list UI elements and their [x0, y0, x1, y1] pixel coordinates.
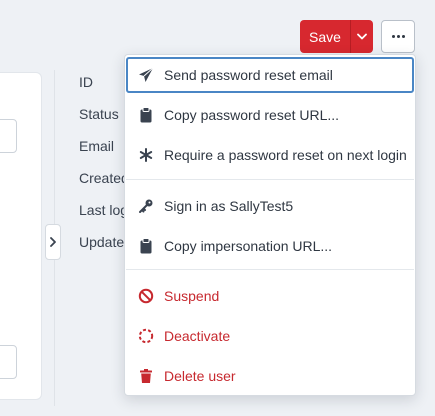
ellipsis-icon	[391, 35, 395, 38]
asterisk-icon	[138, 147, 154, 163]
menu-item-suspend[interactable]: Suspend	[126, 278, 414, 314]
save-button[interactable]: Save	[300, 20, 350, 53]
clipboard-icon	[138, 238, 154, 254]
menu-item-delete-user[interactable]: Delete user	[126, 358, 414, 394]
text-field[interactable]	[0, 119, 17, 153]
ban-icon	[138, 288, 154, 304]
key-icon	[138, 198, 154, 214]
menu-item-sign-in-as-user[interactable]: Sign in as SallyTest5	[126, 188, 414, 224]
user-actions-menu: Send password reset email Copy password …	[124, 54, 416, 396]
menu-item-label: Copy password reset URL...	[164, 107, 340, 123]
menu-item-label: Copy impersonation URL...	[164, 238, 333, 254]
menu-item-label: Require a password reset on next login	[164, 147, 407, 163]
menu-item-require-password-reset[interactable]: Require a password reset on next login	[126, 137, 414, 173]
save-split-button: Save	[300, 20, 373, 53]
trash-icon	[138, 368, 154, 384]
more-actions-button[interactable]	[381, 20, 415, 53]
menu-item-copy-password-reset-url[interactable]: Copy password reset URL...	[126, 97, 414, 133]
paper-plane-icon	[138, 67, 154, 83]
menu-item-label: Deactivate	[164, 328, 231, 344]
expand-panel-button[interactable]	[45, 224, 61, 260]
clipboard-icon	[138, 107, 154, 123]
user-detail-page: ID Status Email Created Last login Updat…	[0, 0, 435, 416]
menu-item-label: Delete user	[164, 368, 236, 384]
menu-item-label: Sign in as SallyTest5	[164, 198, 294, 214]
dashed-circle-icon	[138, 328, 154, 344]
text-field[interactable]	[0, 345, 17, 379]
menu-item-send-password-reset-email[interactable]: Send password reset email	[126, 57, 414, 93]
chevron-right-icon	[50, 237, 56, 247]
chevron-down-icon	[357, 33, 367, 40]
menu-item-deactivate[interactable]: Deactivate	[126, 318, 414, 354]
menu-item-label: Send password reset email	[164, 67, 333, 83]
menu-item-copy-impersonation-url[interactable]: Copy impersonation URL...	[126, 228, 414, 264]
save-options-button[interactable]	[350, 20, 373, 53]
menu-divider	[126, 269, 414, 270]
menu-item-label: Suspend	[164, 288, 220, 304]
menu-divider	[126, 179, 414, 180]
